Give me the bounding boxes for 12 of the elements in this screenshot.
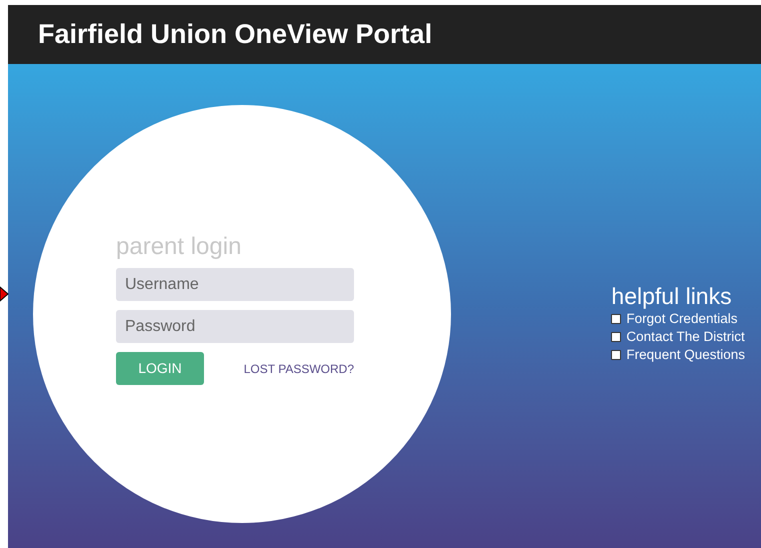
checkbox[interactable] — [611, 350, 622, 360]
helpful-link[interactable]: Forgot Credentials — [626, 308, 738, 330]
arrow-icon — [0, 286, 9, 302]
username-field[interactable]: Username — [116, 268, 354, 301]
helpful-links-heading: helpful links — [611, 282, 733, 310]
password-field[interactable]: Password — [116, 310, 354, 343]
helpful-link[interactable]: Contact The District — [626, 326, 745, 348]
checkbox[interactable] — [611, 314, 622, 324]
checkbox[interactable] — [611, 332, 622, 342]
helpful-link[interactable]: Frequent Questions — [626, 344, 745, 366]
portal-title: Fairfield Union OneView Portal — [38, 18, 432, 52]
lost-password-link[interactable]: LOST PASSWORD? — [244, 360, 354, 378]
